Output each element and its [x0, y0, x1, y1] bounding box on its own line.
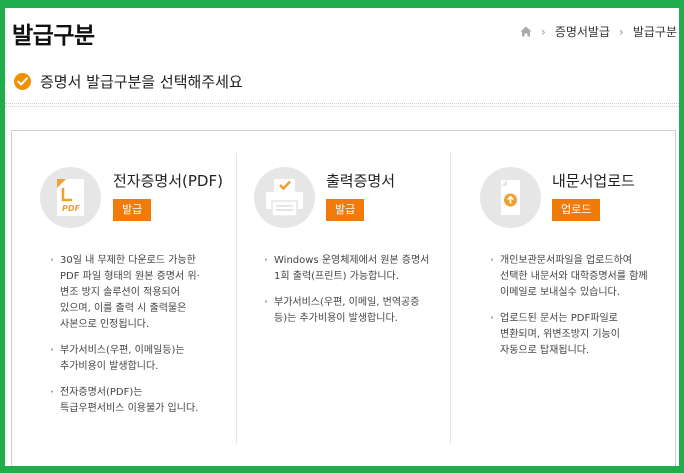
list-item: 전자증명서(PDF)는 특급우편서비스 이용불가 입니다. [50, 385, 210, 417]
divider [5, 103, 679, 107]
option-title: 내문서업로드 [552, 172, 635, 190]
check-circle-icon [14, 73, 31, 90]
page-title: 발급구분 [12, 23, 95, 49]
option-notes: Windows 운영체제에서 원본 증명서 1회 출력(프린트) 가능합니다. … [264, 253, 434, 337]
printer-icon [254, 167, 315, 228]
list-item: 업로드된 문서는 PDF파일로 변환되며, 위변조방지 기능이 자동으로 탑재됩… [490, 311, 658, 359]
upload-button[interactable]: 업로드 [552, 199, 601, 221]
option-print: 출력증명서 발급 Windows 운영체제에서 원본 증명서 1회 출력(프린트… [236, 153, 450, 443]
option-title: 전자증명서(PDF) [113, 172, 223, 190]
upload-document-icon [480, 167, 541, 228]
chevron-right-icon: › [619, 24, 624, 39]
list-item: 부가서비스(우편, 이메일등)는 추가비용이 발생합니다. [50, 343, 210, 375]
list-item: 30일 내 무제한 다운로드 가능한 PDF 파일 형태의 원본 증명서 위·변… [50, 253, 210, 333]
section-heading: 증명서 발급구분을 선택해주세요 [14, 71, 243, 92]
option-notes: 개인보관문서파일을 업로드하여 선택한 내문서와 대학증명서를 함께 이메일로 … [490, 253, 658, 369]
issue-pdf-button[interactable]: 발급 [113, 199, 152, 221]
option-notes: 30일 내 무제한 다운로드 가능한 PDF 파일 형태의 원본 증명서 위·변… [50, 253, 210, 427]
pdf-document-icon: PDF [40, 167, 101, 228]
breadcrumb-item-certificate[interactable]: 증명서발급 [555, 23, 610, 40]
option-title: 출력증명서 [326, 172, 396, 190]
pdf-icon-label: PDF [62, 204, 81, 213]
chevron-right-icon: › [541, 24, 546, 39]
breadcrumb: › 증명서발급 › 발급구분 [520, 23, 677, 40]
list-item: 개인보관문서파일을 업로드하여 선택한 내문서와 대학증명서를 함께 이메일로 … [490, 253, 658, 301]
breadcrumb-item-current: 발급구분 [632, 25, 677, 39]
heading-text: 증명서 발급구분을 선택해주세요 [40, 73, 243, 91]
page-frame: 발급구분 › 증명서발급 › 발급구분 증명서 발급구분을 선택해주세요 PDF… [5, 8, 679, 466]
options-panel: PDF 전자증명서(PDF) 발급 30일 내 무제한 다운로드 가능한 PDF… [11, 130, 676, 466]
option-upload: 내문서업로드 업로드 개인보관문서파일을 업로드하여 선택한 내문서와 대학증명… [450, 153, 676, 443]
option-pdf: PDF 전자증명서(PDF) 발급 30일 내 무제한 다운로드 가능한 PDF… [12, 153, 236, 443]
list-item: 부가서비스(우편, 이메일, 번역공증 등)는 추가비용이 발생합니다. [264, 295, 434, 327]
list-item: Windows 운영체제에서 원본 증명서 1회 출력(프린트) 가능합니다. [264, 253, 434, 285]
issue-print-button[interactable]: 발급 [326, 199, 365, 221]
home-icon[interactable] [520, 26, 532, 37]
